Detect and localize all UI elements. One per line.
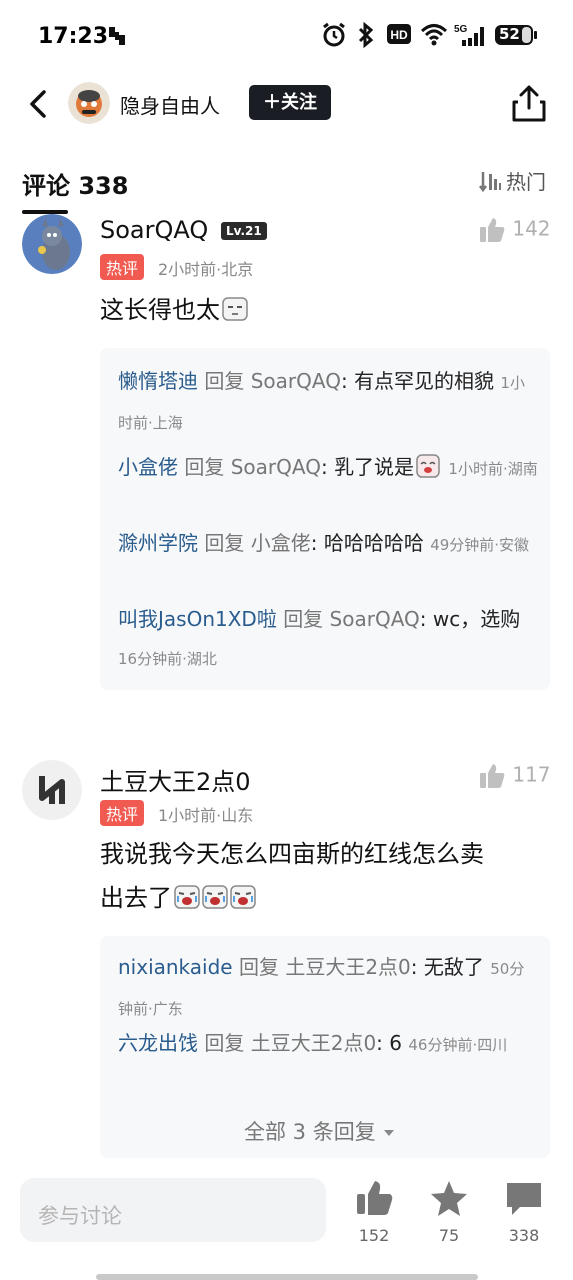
thumbs-up-icon (357, 1181, 393, 1215)
comment-text: 这长得也太 (100, 288, 248, 332)
comment-like-button[interactable]: 142 (478, 216, 551, 244)
sort-icon (478, 169, 502, 198)
back-button[interactable] (20, 82, 60, 126)
battery-level: 52 (499, 25, 520, 43)
reply-user[interactable]: 小盒佬 (118, 455, 178, 479)
reply-item[interactable]: 懒惰塔迪 回复 SoarQAQ: 有点罕见的相貌 1小时前·上海 (118, 362, 538, 442)
svg-text:5G: 5G (454, 24, 468, 35)
avatar[interactable] (22, 760, 82, 820)
hot-comment-tag: 热评 (100, 800, 145, 826)
comment-author[interactable]: SoarQAQ (100, 216, 208, 244)
reply-item[interactable]: 叫我JasOn1XD啦 回复 SoarQAQ: wc，选购 16分钟前·湖北 (118, 600, 538, 678)
caret-down-icon (384, 1130, 395, 1136)
avatar[interactable] (22, 214, 82, 274)
comment-button[interactable]: 338 (494, 1176, 554, 1252)
star-icon (431, 1181, 467, 1216)
comment-text: 我说我今天怎么四亩斯的红线怎么卖 出去了 (100, 840, 484, 912)
expand-replies-button[interactable]: 全部 3 条回复 (244, 1116, 396, 1146)
bluetooth-icon (356, 21, 376, 52)
comment-count: 338 (508, 1226, 540, 1245)
reply-user[interactable]: 六龙出饯 (118, 1031, 198, 1055)
reply-item[interactable]: nixiankaide 回复 土豆大王2点0: 无敌了 50分钟前·广东 (118, 948, 538, 1028)
sort-button[interactable]: 热门 (478, 166, 546, 198)
laugh-cry-emoji-icon (174, 880, 200, 909)
alarm-icon (322, 22, 346, 52)
reply-user[interactable]: 滁州学院 (118, 531, 198, 555)
svg-text:HD: HD (390, 28, 408, 42)
favorite-count: 75 (438, 1226, 460, 1245)
reply-panel: nixiankaide 回复 土豆大王2点0: 无敌了 50分钟前·广东 六龙出… (100, 936, 550, 1158)
bottom-action-bar: 参与讨论 152 75 338 (0, 1172, 573, 1252)
comment-meta: 1小时前·山东 (158, 806, 254, 825)
comment-bubble-icon (507, 1183, 541, 1215)
laugh-cry-emoji-icon (202, 880, 228, 909)
chevron-left-icon (30, 90, 46, 118)
thumbs-up-icon (480, 218, 505, 242)
comment-like-button[interactable]: 117 (478, 762, 551, 790)
author-name[interactable]: 隐身自由人 (120, 90, 220, 119)
battery-icon: 52 (494, 22, 538, 52)
comments-header: 评论 338 热门 (0, 166, 573, 216)
comment-input[interactable]: 参与讨论 (20, 1178, 326, 1242)
home-indicator[interactable] (96, 1274, 478, 1280)
app-notification-icon (106, 24, 128, 52)
speechless-emoji-icon (222, 292, 248, 321)
comment-input-placeholder: 参与讨论 (38, 1204, 122, 1228)
thumbs-up-icon (480, 764, 505, 788)
reply-user[interactable]: 懒惰塔迪 (118, 369, 198, 393)
like-count: 142 (512, 216, 551, 241)
comment-author[interactable]: 土豆大王2点0 (100, 762, 251, 797)
hot-comment-tag: 热评 (100, 254, 145, 280)
share-button[interactable] (510, 84, 548, 124)
like-count: 152 (358, 1226, 390, 1245)
post-header: 隐身自由人 ＋关注 (0, 72, 573, 136)
status-time: 17:23 (38, 24, 109, 49)
5g-signal-icon: 5G (454, 22, 488, 52)
reply-item[interactable]: 滁州学院 回复 小盒佬: 哈哈哈哈哈 49分钟前·安徽 (118, 524, 538, 564)
like-post-button[interactable]: 152 (344, 1176, 404, 1252)
laugh-cry-emoji-icon (230, 880, 256, 909)
comments-title[interactable]: 评论 338 (22, 166, 128, 201)
level-badge: Lv.21 (221, 222, 267, 240)
status-bar: 17:23 HD 5G 52 (0, 0, 573, 72)
hd-icon: HD (386, 22, 412, 50)
author-avatar[interactable] (68, 82, 110, 124)
tab-indicator (22, 210, 68, 214)
sort-label: 热门 (506, 170, 546, 194)
comment-meta: 2小时前·北京 (158, 260, 254, 279)
share-icon (512, 85, 546, 122)
reply-user[interactable]: 叫我JasOn1XD啦 (118, 607, 277, 631)
blush-emoji-icon (416, 452, 442, 478)
reply-user[interactable]: nixiankaide (118, 955, 233, 979)
favorite-button[interactable]: 75 (419, 1176, 479, 1252)
like-count: 117 (512, 762, 551, 787)
follow-button[interactable]: ＋关注 (249, 85, 331, 120)
reply-panel: 懒惰塔迪 回复 SoarQAQ: 有点罕见的相貌 1小时前·上海 小盒佬 回复 … (100, 348, 550, 690)
reply-item[interactable]: 小盒佬 回复 SoarQAQ: 乳了说是 1小时前·湖南 (118, 448, 538, 488)
reply-item[interactable]: 六龙出饯 回复 土豆大王2点0: 6 46分钟前·四川 (118, 1024, 538, 1064)
wifi-icon (420, 22, 448, 50)
